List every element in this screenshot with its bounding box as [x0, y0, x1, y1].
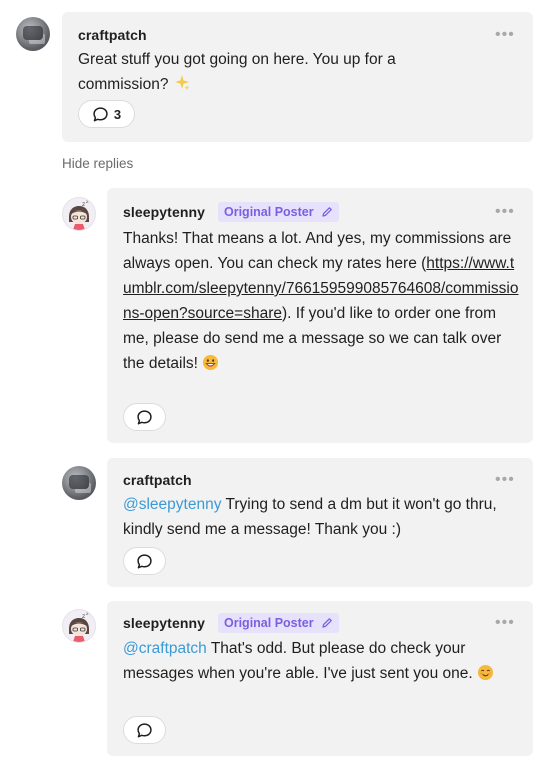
svg-text:z: z: [86, 199, 89, 205]
avatar-art: z z: [69, 199, 89, 230]
hide-replies-link[interactable]: Hide replies: [62, 156, 133, 171]
comment-text: Thanks! That means a lot. And yes, my co…: [123, 226, 519, 379]
comment-text: Great stuff you got going on here. You u…: [78, 47, 478, 100]
avatar[interactable]: z z: [62, 609, 96, 643]
speech-bubble-icon: [137, 409, 152, 424]
comment-card: sleepytenny Original Poster ••• Thanks! …: [107, 188, 533, 443]
more-dots-icon[interactable]: •••: [495, 615, 515, 631]
original-poster-badge: Original Poster: [218, 202, 340, 222]
reply-button[interactable]: [123, 547, 166, 575]
avatar-art: z z: [69, 611, 89, 642]
more-dots-icon[interactable]: •••: [495, 204, 515, 220]
comment-card: sleepytenny Original Poster ••• @craftpa…: [107, 601, 533, 756]
sparkles-icon: [173, 74, 191, 100]
reply-button[interactable]: [123, 716, 166, 744]
avatar[interactable]: [16, 17, 50, 51]
badge-label: Original Poster: [224, 616, 314, 630]
comment-username[interactable]: craftpatch: [78, 27, 147, 43]
svg-text:z: z: [86, 611, 89, 617]
reply-button[interactable]: 3: [78, 100, 135, 128]
comment-body: Great stuff you got going on here. You u…: [78, 51, 396, 93]
pencil-icon: [322, 618, 332, 628]
grinning-face-icon: [202, 354, 219, 379]
comment-text: @craftpatch That's odd. But please do ch…: [123, 636, 519, 689]
user-mention[interactable]: @craftpatch: [123, 640, 207, 657]
comment-username[interactable]: craftpatch: [123, 472, 192, 488]
badge-label: Original Poster: [224, 205, 314, 219]
more-dots-icon[interactable]: •••: [495, 27, 515, 43]
comment-username[interactable]: sleepytenny: [123, 204, 205, 220]
comment-text: @sleepytenny Trying to send a dm but it …: [123, 492, 519, 542]
avatar[interactable]: [62, 466, 96, 500]
original-poster-badge: Original Poster: [218, 613, 340, 633]
comment-card: craftpatch ••• Great stuff you got going…: [62, 12, 533, 142]
reply-count: 3: [113, 106, 122, 122]
speech-bubble-icon: [137, 553, 152, 568]
comment-card: craftpatch ••• @sleepytenny Trying to se…: [107, 458, 533, 587]
user-mention[interactable]: @sleepytenny: [123, 496, 221, 513]
speech-bubble-icon: [93, 106, 108, 121]
avatar[interactable]: z z: [62, 197, 96, 231]
smiling-face-icon: [477, 664, 494, 689]
speech-bubble-icon: [137, 722, 152, 737]
more-dots-icon[interactable]: •••: [495, 472, 515, 488]
reply-button[interactable]: [123, 403, 166, 431]
comment-username[interactable]: sleepytenny: [123, 615, 205, 631]
pencil-icon: [322, 207, 332, 217]
